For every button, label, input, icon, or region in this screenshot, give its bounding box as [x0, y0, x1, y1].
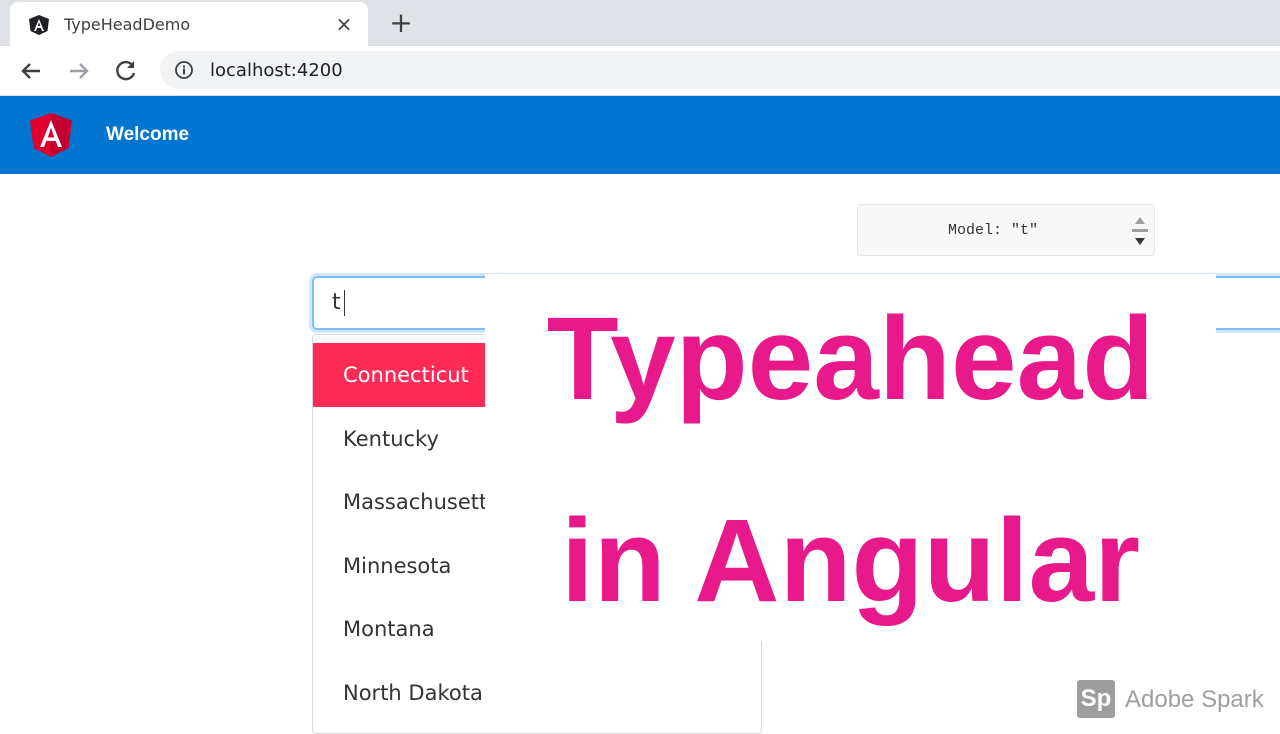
forward-arrow-icon[interactable]: [64, 56, 94, 86]
typeahead-value: t: [332, 290, 341, 315]
model-display: Model: "t": [857, 204, 1155, 256]
info-icon[interactable]: [174, 60, 194, 80]
text-caret: [344, 290, 345, 316]
app-header: Welcome: [0, 96, 1280, 174]
video-title-overlay: Typeahead in Angular: [485, 273, 1216, 641]
browser-tab-strip: TypeHeadDemo × +: [0, 0, 1280, 46]
adobe-spark-watermark: Sp Adobe Spark: [1077, 678, 1277, 718]
app-title[interactable]: Welcome: [106, 124, 189, 146]
back-arrow-icon[interactable]: [16, 56, 46, 86]
dropdown-option[interactable]: North Dakota: [313, 661, 761, 725]
new-tab-button[interactable]: +: [386, 8, 416, 38]
overlay-title-line-2: in Angular: [560, 495, 1141, 627]
tab-title: TypeHeadDemo: [64, 15, 191, 34]
browser-tab[interactable]: TypeHeadDemo ×: [10, 2, 368, 46]
reload-icon[interactable]: [111, 56, 141, 86]
close-tab-icon[interactable]: ×: [332, 12, 356, 36]
url-text: localhost:4200: [210, 60, 343, 81]
scroll-spinner-icon[interactable]: [1130, 209, 1150, 253]
adobe-spark-logo-icon: Sp: [1077, 680, 1115, 718]
browser-toolbar: localhost:4200: [0, 46, 1280, 96]
overlay-title-line-1: Typeahead: [546, 293, 1155, 425]
model-text: Model: "t": [947, 222, 1038, 239]
address-bar[interactable]: localhost:4200: [160, 51, 1280, 89]
angular-favicon-icon: [29, 15, 49, 35]
angular-logo-icon: [30, 113, 72, 157]
watermark-text: Adobe Spark: [1125, 686, 1264, 713]
